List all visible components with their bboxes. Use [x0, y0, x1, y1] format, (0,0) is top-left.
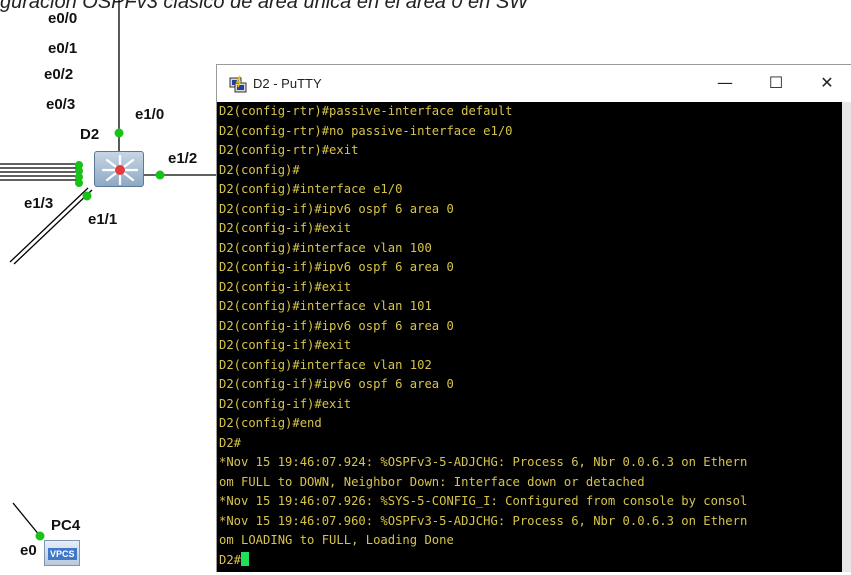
terminal-output[interactable]: D2(config-rtr)#passive-interface default… [217, 102, 842, 572]
terminal-scrollbar[interactable] [842, 102, 851, 572]
putty-app-icon [229, 75, 247, 93]
terminal-line: D2(config)#interface vlan 100 [219, 240, 432, 255]
terminal-line: D2(config)#interface e1/0 [219, 182, 403, 196]
terminal-line: D2(config)#interface vlan 101 [219, 299, 432, 313]
terminal-line: *Nov 15 19:46:07.924: %OSPFv3-5-ADJCHG: … [219, 455, 748, 469]
terminal-line: D2(config-if)#ipv6 ospf 6 area 0 [219, 318, 454, 333]
terminal-line: D2(config-rtr)#no passive-interface e1/0 [219, 123, 513, 138]
close-button[interactable]: ✕ [804, 65, 850, 102]
terminal-prompt-line: D2# [217, 551, 842, 571]
terminal-line: D2(config-if)#exit [219, 279, 352, 294]
pc-interface-label: e0 [20, 542, 37, 559]
terminal-line: D2(config-if)#ipv6 ospf 6 area 0 [219, 260, 454, 274]
terminal-line: om FULL to DOWN, Neighbor Down: Interfac… [219, 474, 645, 489]
terminal-line: *Nov 15 19:46:07.960: %OSPFv3-5-ADJCHG: … [219, 513, 748, 528]
terminal-line: D2(config-if)#ipv6 ospf 6 area 0 [219, 377, 454, 391]
interface-label-e0-1: e0/1 [48, 40, 78, 57]
terminal-prompt: D2# [219, 552, 242, 567]
terminal-line: *Nov 15 19:46:07.926: %SYS-5-CONFIG_I: C… [219, 494, 748, 508]
link-status-dot [155, 170, 165, 180]
switch-arrows-icon [101, 154, 139, 186]
interface-label-e0-0: e0/0 [48, 10, 78, 27]
terminal-line: D2(config-rtr)#passive-interface default [219, 104, 513, 118]
terminal-line: om LOADING to FULL, Loading Done [219, 533, 454, 547]
putty-window[interactable]: D2 - PuTTY — ☐ ✕ D2(config-rtr)#passive-… [216, 64, 851, 572]
interface-label-e1-3: e1/3 [24, 195, 54, 212]
interface-label-e0-2: e0/2 [44, 66, 74, 83]
terminal-line: D2(config-if)#ipv6 ospf 6 area 0 [219, 201, 454, 216]
terminal-line: D2(config-if)#exit [219, 396, 352, 411]
window-title: D2 - PuTTY [253, 76, 322, 91]
interface-label-e1-0: e1/0 [135, 106, 165, 123]
switch-name-label: D2 [80, 126, 100, 143]
interface-label-e1-2: e1/2 [168, 150, 198, 167]
terminal-line: D2# [219, 435, 242, 450]
switch-d2-icon[interactable] [94, 151, 144, 187]
topology-links [0, 0, 216, 541]
vpcs-pc-icon[interactable]: VPCS [44, 540, 80, 566]
pc-name-label: PC4 [51, 517, 81, 534]
interface-label-e1-1: e1/1 [88, 211, 118, 228]
terminal-line: D2(config-if)#exit [219, 221, 352, 235]
terminal-line: D2(config-if)#exit [219, 338, 352, 352]
terminal-line: D2(config)# [219, 162, 300, 177]
interface-label-e0-3: e0/3 [46, 96, 76, 113]
maximize-button[interactable]: ☐ [753, 65, 799, 102]
terminal-cursor [241, 551, 250, 566]
terminal-line: D2(config)#end [219, 416, 322, 430]
minimize-button[interactable]: — [702, 65, 748, 102]
link-status-dot [75, 179, 83, 187]
vpcs-badge: VPCS [48, 548, 77, 560]
terminal-line: D2(config)#interface vlan 102 [219, 357, 432, 372]
title-bar[interactable]: D2 - PuTTY — ☐ ✕ [217, 65, 851, 102]
link-status-dot [82, 191, 92, 201]
link-status-dot [114, 128, 124, 138]
terminal-line: D2(config-rtr)#exit [219, 143, 359, 157]
